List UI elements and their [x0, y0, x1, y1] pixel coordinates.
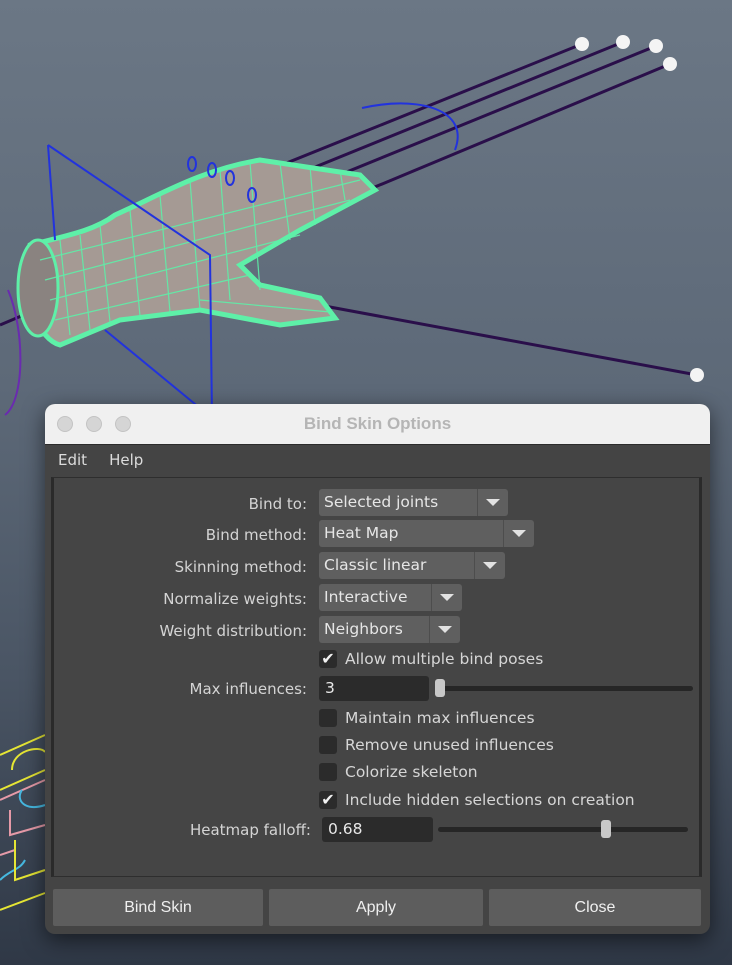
include-hidden-selections-option: ✔ Include hidden selections on creation [319, 788, 635, 812]
chevron-down-icon [429, 616, 460, 643]
heatmap-falloff-label: Heatmap falloff: [189, 821, 311, 839]
max-influences-field[interactable]: 3 [319, 676, 429, 701]
bind-to-dropdown[interactable]: Selected joints [319, 489, 508, 516]
bind-skin-button[interactable]: Bind Skin [53, 889, 263, 926]
bind-to-label: Bind to: [248, 495, 307, 513]
allow-multiple-bind-poses-checkbox[interactable]: ✔ [319, 650, 337, 668]
joint-end-locators [575, 35, 704, 382]
max-influences-slider-track[interactable] [438, 686, 693, 691]
menu-help[interactable]: Help [109, 451, 143, 469]
options-panel: Bind to: Selected joints Bind method: He… [51, 477, 702, 877]
apply-button[interactable]: Apply [269, 889, 483, 926]
bind-method-value: Heat Map [324, 524, 399, 542]
skinning-method-label: Skinning method: [174, 558, 307, 576]
heatmap-falloff-slider-track[interactable] [438, 827, 688, 832]
bind-skin-options-window: Bind Skin Options Edit Help Bind to: Sel… [45, 404, 710, 934]
chevron-down-icon [431, 584, 462, 611]
allow-multiple-bind-poses-option: ✔ Allow multiple bind poses [319, 647, 543, 671]
window-title: Bind Skin Options [303, 414, 452, 433]
normalize-weights-value: Interactive [324, 588, 408, 606]
weight-distribution-value: Neighbors [324, 620, 403, 638]
chevron-down-icon [474, 552, 505, 579]
maintain-max-influences-label[interactable]: Maintain max influences [345, 709, 535, 727]
remove-unused-influences-option: Remove unused influences [319, 733, 554, 757]
bind-method-label: Bind method: [205, 526, 307, 544]
close-button[interactable]: Close [489, 889, 701, 926]
allow-multiple-bind-poses-label[interactable]: Allow multiple bind poses [345, 650, 543, 668]
include-hidden-selections-label[interactable]: Include hidden selections on creation [345, 791, 635, 809]
colorize-skeleton-option: Colorize skeleton [319, 760, 478, 784]
colorize-skeleton-label[interactable]: Colorize skeleton [345, 763, 478, 781]
normalize-weights-label: Normalize weights: [163, 590, 307, 608]
heatmap-falloff-field[interactable]: 0.68 [322, 817, 433, 842]
maintain-max-influences-checkbox[interactable] [319, 709, 337, 727]
bind-to-value: Selected joints [324, 493, 439, 511]
menu-edit[interactable]: Edit [58, 451, 87, 469]
title-bar[interactable]: Bind Skin Options [45, 404, 710, 445]
chevron-down-icon [503, 520, 534, 547]
weight-distribution-label: Weight distribution: [159, 622, 307, 640]
include-hidden-selections-checkbox[interactable]: ✔ [319, 791, 337, 809]
maintain-max-influences-option: Maintain max influences [319, 706, 535, 730]
remove-unused-influences-checkbox[interactable] [319, 736, 337, 754]
heatmap-falloff-slider-handle[interactable] [601, 820, 612, 838]
max-influences-slider-handle[interactable] [435, 679, 445, 697]
weight-distribution-dropdown[interactable]: Neighbors [319, 616, 460, 643]
remove-unused-influences-label[interactable]: Remove unused influences [345, 736, 554, 754]
colored-curves [0, 734, 46, 911]
skinning-method-dropdown[interactable]: Classic linear [319, 552, 505, 579]
bind-method-dropdown[interactable]: Heat Map [319, 520, 534, 547]
menu-bar: Edit Help [45, 445, 710, 475]
chevron-down-icon [477, 489, 508, 516]
max-influences-label: Max influences: [189, 680, 308, 698]
normalize-weights-dropdown[interactable]: Interactive [319, 584, 462, 611]
skinning-method-value: Classic linear [324, 556, 427, 574]
colorize-skeleton-checkbox[interactable] [319, 763, 337, 781]
hand-mesh [16, 157, 380, 348]
